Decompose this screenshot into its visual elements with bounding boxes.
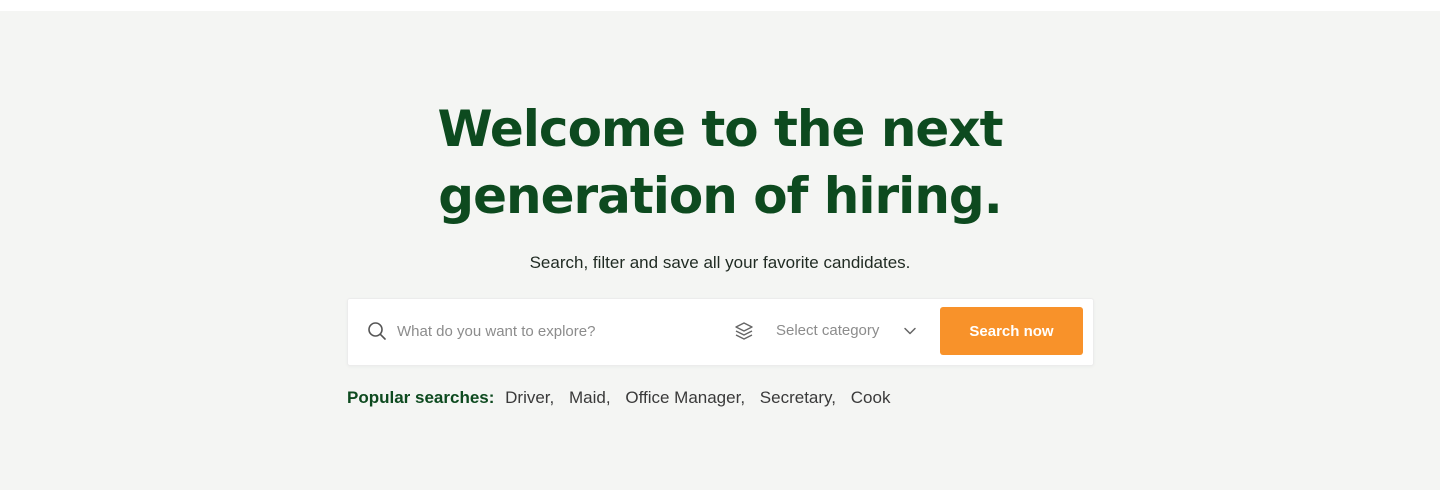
- popular-searches-label: Popular searches:: [347, 388, 495, 407]
- popular-search-driver[interactable]: Driver: [505, 388, 549, 407]
- chevron-down-icon: [904, 327, 916, 335]
- search-input[interactable]: [397, 317, 697, 345]
- page-title: Welcome to the next generation of hiring…: [0, 96, 1440, 230]
- headline-line-2: generation of hiring.: [438, 167, 1002, 225]
- headline-line-1: Welcome to the next: [437, 100, 1004, 158]
- popular-search-secretary[interactable]: Secretary: [760, 388, 832, 407]
- popular-searches: Popular searches: Driver, Maid, Office M…: [347, 388, 891, 407]
- search-icon: [368, 322, 386, 340]
- hero-section: [0, 11, 1440, 490]
- popular-search-maid[interactable]: Maid: [569, 388, 606, 407]
- popular-search-cook[interactable]: Cook: [851, 388, 891, 407]
- category-select-label: Select category: [776, 322, 880, 339]
- category-select[interactable]: Select category: [732, 317, 924, 345]
- layers-icon: [735, 322, 753, 340]
- search-now-button[interactable]: Search now: [940, 307, 1083, 355]
- popular-search-office-manager[interactable]: Office Manager: [625, 388, 740, 407]
- hero-subtitle: Search, filter and save all your favorit…: [529, 253, 911, 272]
